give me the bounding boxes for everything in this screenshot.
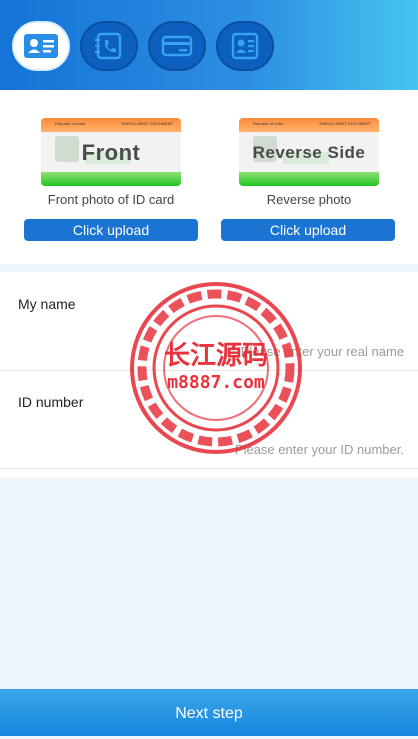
name-row: My name xyxy=(0,272,418,371)
id-card-icon xyxy=(24,34,58,58)
profile-doc-icon xyxy=(231,32,259,60)
back-upload-button[interactable]: Click upload xyxy=(221,219,395,241)
name-label: My name xyxy=(18,296,76,312)
next-step-button[interactable]: Next step xyxy=(0,689,418,736)
step-profile[interactable] xyxy=(216,21,274,71)
back-card-preview[interactable]: Republic of India ENROLLMENT DOCUMENT Re… xyxy=(239,118,379,186)
card-header-left: Republic of India xyxy=(55,121,85,126)
card-header-left: Republic of India xyxy=(253,121,283,126)
id-upload-section: Republic of India ENROLLMENT DOCUMENT Fr… xyxy=(0,90,418,264)
id-row: ID number xyxy=(0,370,418,469)
step-id-card[interactable] xyxy=(12,21,70,71)
phone-book-icon xyxy=(95,32,122,60)
front-caption: Front photo of ID card xyxy=(47,192,175,207)
card-header-right: ENROLLMENT DOCUMENT xyxy=(319,121,372,126)
name-input[interactable] xyxy=(104,344,404,359)
step-contacts[interactable] xyxy=(80,21,138,71)
identity-form: My name ID number xyxy=(0,272,418,478)
step-bank-card[interactable] xyxy=(148,21,206,71)
front-upload-button[interactable]: Click upload xyxy=(24,219,198,241)
front-card-text: Front xyxy=(81,140,141,165)
back-caption: Reverse photo xyxy=(266,192,352,207)
front-card-preview[interactable]: Republic of India ENROLLMENT DOCUMENT Fr… xyxy=(41,118,181,186)
back-card-text: Reverse Side xyxy=(252,143,366,162)
bank-card-icon xyxy=(161,35,193,57)
id-label: ID number xyxy=(18,394,84,410)
id-input[interactable] xyxy=(104,442,404,457)
step-header xyxy=(0,0,418,90)
card-header-right: ENROLLMENT DOCUMENT xyxy=(121,121,174,126)
